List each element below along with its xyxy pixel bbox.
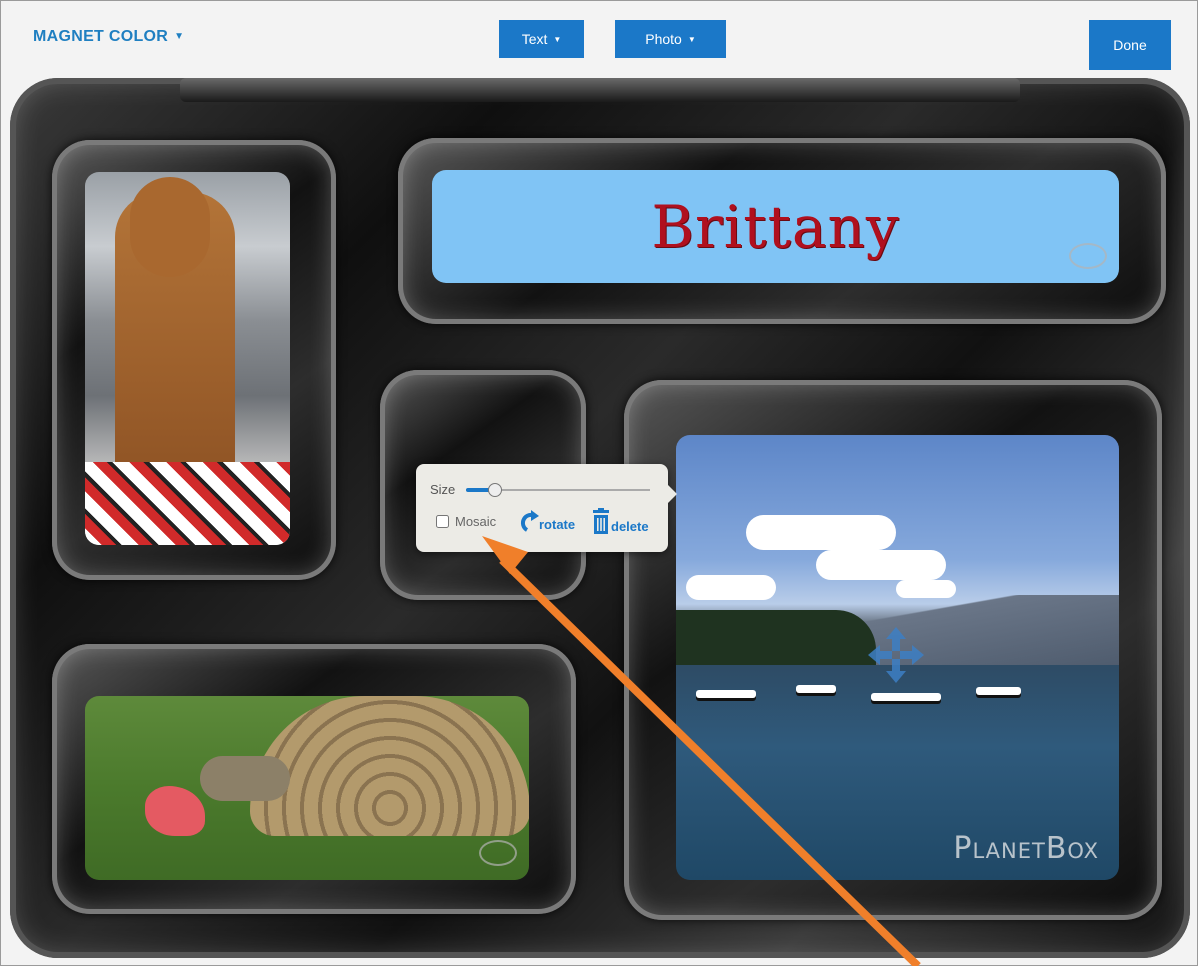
lake-photo-magnet[interactable]: PlanetBox bbox=[676, 435, 1119, 880]
size-label: Size bbox=[430, 482, 456, 497]
caret-down-icon: ▼ bbox=[687, 34, 696, 44]
turtle-head bbox=[200, 756, 290, 801]
watermelon bbox=[145, 786, 205, 836]
delete-button[interactable]: delete bbox=[591, 508, 649, 534]
cloud bbox=[816, 550, 946, 580]
dog-photo-magnet[interactable] bbox=[85, 172, 290, 545]
turtle-shell bbox=[250, 696, 529, 836]
tray-hinge bbox=[180, 78, 1020, 102]
trash-icon bbox=[593, 508, 609, 534]
boat bbox=[871, 693, 941, 701]
magnet-color-dropdown[interactable]: MAGNET COLOR ▼ bbox=[33, 28, 184, 46]
size-slider-thumb[interactable] bbox=[487, 483, 502, 497]
dog-head bbox=[130, 177, 210, 277]
mosaic-label: Mosaic bbox=[455, 514, 497, 529]
tree-line bbox=[676, 610, 876, 665]
caret-down-icon: ▼ bbox=[553, 34, 562, 44]
planetbox-watermark: PlanetBox bbox=[953, 831, 1099, 866]
move-arrows-icon[interactable] bbox=[866, 625, 926, 685]
toolbar: MAGNET COLOR ▼ Text ▼ Photo ▼ Done bbox=[0, 0, 1198, 78]
rotate-icon bbox=[520, 510, 539, 532]
done-button-label: Done bbox=[1113, 37, 1147, 53]
delete-label: delete bbox=[611, 519, 649, 534]
magnet-color-label: MAGNET COLOR bbox=[33, 28, 169, 45]
planet-logo-icon bbox=[479, 840, 517, 866]
mosaic-option[interactable]: Mosaic bbox=[436, 514, 496, 529]
text-button-label: Text bbox=[521, 31, 548, 47]
size-slider[interactable] bbox=[466, 483, 650, 497]
photo-edit-popup: Size Mosaic rotate delete bbox=[416, 464, 677, 552]
name-text-magnet[interactable]: Brittany bbox=[432, 170, 1119, 283]
caret-down-icon: ▼ bbox=[174, 31, 185, 42]
text-button[interactable]: Text ▼ bbox=[499, 20, 584, 58]
boat bbox=[796, 685, 836, 693]
rotate-button[interactable]: rotate bbox=[519, 508, 575, 532]
done-button[interactable]: Done bbox=[1089, 20, 1171, 70]
mosaic-checkbox[interactable] bbox=[436, 515, 449, 528]
rotate-label: rotate bbox=[539, 517, 576, 532]
photo-button-label: Photo bbox=[645, 31, 682, 47]
name-text: Brittany bbox=[651, 192, 900, 261]
boat bbox=[696, 690, 756, 698]
boat bbox=[976, 687, 1021, 695]
blanket bbox=[85, 462, 290, 545]
turtle-photo-magnet[interactable] bbox=[85, 696, 529, 880]
photo-button[interactable]: Photo ▼ bbox=[615, 20, 726, 58]
planet-logo-icon bbox=[1069, 243, 1107, 269]
cloud bbox=[746, 515, 896, 550]
